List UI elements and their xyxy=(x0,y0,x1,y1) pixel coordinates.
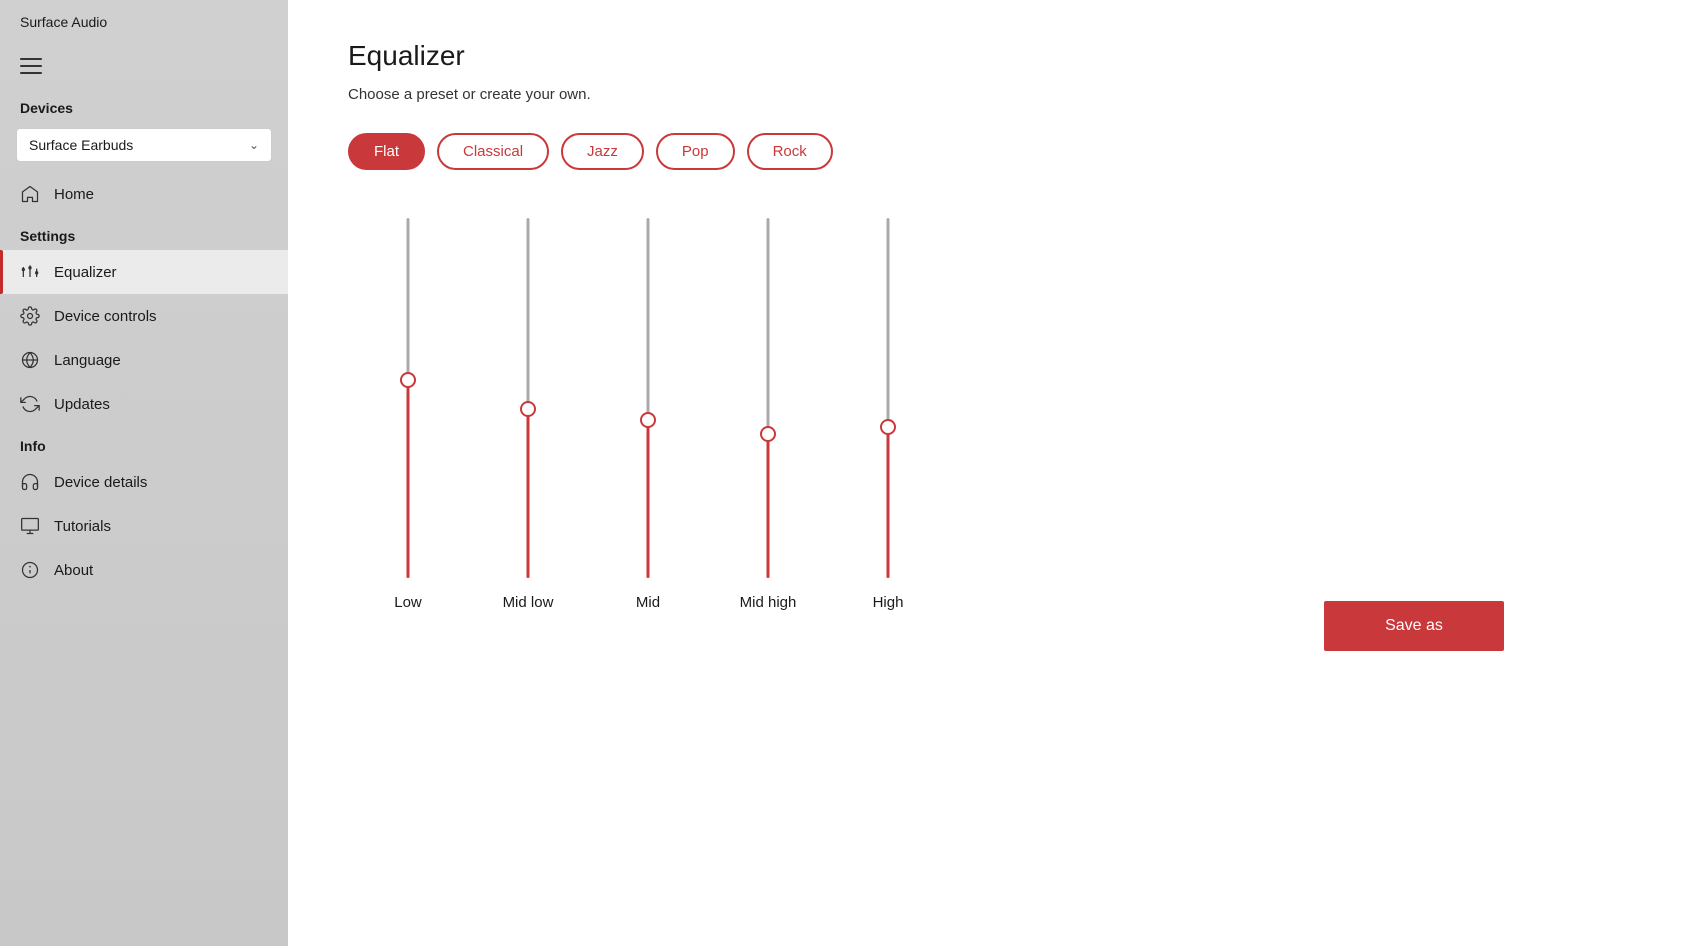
sidebar-item-label: Home xyxy=(54,186,94,203)
headphones-icon xyxy=(20,472,40,492)
hamburger-icon xyxy=(20,58,42,74)
slider-thumb[interactable] xyxy=(520,401,536,417)
preset-btn-jazz[interactable]: Jazz xyxy=(561,133,644,170)
hamburger-button[interactable] xyxy=(0,44,288,88)
slider-fill xyxy=(407,380,410,578)
chevron-down-icon: ⌄ xyxy=(249,138,259,152)
sidebar-item-language[interactable]: Language xyxy=(0,338,288,382)
save-row: Save as xyxy=(348,641,1624,651)
sidebar: Surface Audio Devices Surface Earbuds ⌄ … xyxy=(0,0,288,946)
slider-fill xyxy=(887,427,890,578)
page-subtitle: Choose a preset or create your own. xyxy=(348,86,1624,103)
tutorials-icon xyxy=(20,516,40,536)
slider-fill xyxy=(647,420,650,578)
sidebar-item-device-details[interactable]: Device details xyxy=(0,460,288,504)
sidebar-item-label: Updates xyxy=(54,396,110,413)
sidebar-item-label: Equalizer xyxy=(54,264,117,281)
device-dropdown[interactable]: Surface Earbuds ⌄ xyxy=(16,128,272,162)
slider-fill xyxy=(527,409,530,578)
sidebar-item-label: About xyxy=(54,562,93,579)
preset-btn-flat[interactable]: Flat xyxy=(348,133,425,170)
slider-fill xyxy=(767,434,770,578)
slider-thumb[interactable] xyxy=(760,426,776,442)
sidebar-item-equalizer[interactable]: Equalizer xyxy=(0,250,288,294)
sidebar-item-about[interactable]: About xyxy=(0,548,288,592)
refresh-icon xyxy=(20,394,40,414)
sidebar-item-device-controls[interactable]: Device controls xyxy=(0,294,288,338)
sidebar-item-updates[interactable]: Updates xyxy=(0,382,288,426)
slider-mid[interactable] xyxy=(642,218,654,578)
equalizer-icon xyxy=(20,262,40,282)
eq-channel-mid-high: Mid high xyxy=(708,218,828,611)
slider-high[interactable] xyxy=(882,218,894,578)
slider-thumb[interactable] xyxy=(400,372,416,388)
eq-channel-low: Low xyxy=(348,218,468,611)
gear-icon xyxy=(20,306,40,326)
sidebar-item-label: Device details xyxy=(54,474,147,491)
devices-section-label: Devices xyxy=(0,88,288,122)
slider-mid-high[interactable] xyxy=(762,218,774,578)
channel-label: Mid low xyxy=(503,594,554,611)
sidebar-item-home[interactable]: Home xyxy=(0,172,288,216)
channel-label: High xyxy=(873,594,904,611)
globe-icon xyxy=(20,350,40,370)
settings-section-label: Settings xyxy=(0,216,288,250)
device-name: Surface Earbuds xyxy=(29,137,133,153)
page-title: Equalizer xyxy=(348,40,1624,72)
equalizer-section: Low Mid low Mid Mid high High Save xyxy=(348,218,1624,651)
main-content: Equalizer Choose a preset or create your… xyxy=(288,0,1684,946)
eq-sliders-area: Low Mid low Mid Mid high High xyxy=(348,218,1624,631)
slider-low[interactable] xyxy=(402,218,414,578)
eq-channel-high: High xyxy=(828,218,948,611)
channel-label: Low xyxy=(394,594,422,611)
home-icon xyxy=(20,184,40,204)
slider-mid-low[interactable] xyxy=(522,218,534,578)
info-circle-icon xyxy=(20,560,40,580)
app-title: Surface Audio xyxy=(0,0,288,44)
sidebar-item-label: Language xyxy=(54,352,121,369)
eq-channel-mid: Mid xyxy=(588,218,708,611)
preset-btn-pop[interactable]: Pop xyxy=(656,133,735,170)
channel-label: Mid xyxy=(636,594,660,611)
preset-buttons: Flat Classical Jazz Pop Rock xyxy=(348,133,1624,170)
sidebar-item-label: Tutorials xyxy=(54,518,111,535)
preset-btn-classical[interactable]: Classical xyxy=(437,133,549,170)
sidebar-item-label: Device controls xyxy=(54,308,157,325)
slider-thumb[interactable] xyxy=(640,412,656,428)
slider-thumb[interactable] xyxy=(880,419,896,435)
preset-btn-rock[interactable]: Rock xyxy=(747,133,833,170)
eq-channel-mid-low: Mid low xyxy=(468,218,588,611)
info-section-label: Info xyxy=(0,426,288,460)
sidebar-item-tutorials[interactable]: Tutorials xyxy=(0,504,288,548)
channel-label: Mid high xyxy=(740,594,797,611)
